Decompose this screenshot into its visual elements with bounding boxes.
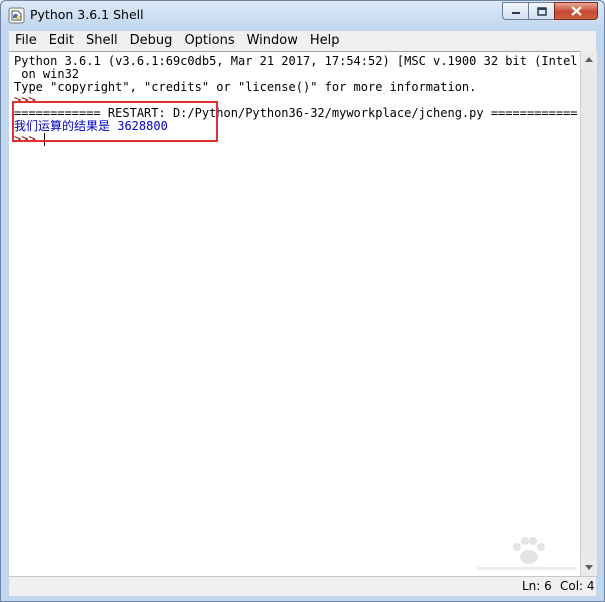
scroll-down-button[interactable] xyxy=(581,559,597,576)
menu-options[interactable]: Options xyxy=(178,31,240,51)
python-idle-icon xyxy=(8,7,25,24)
status-column: Col: 4 xyxy=(560,579,595,593)
menu-file[interactable]: File xyxy=(9,31,43,51)
menu-bar: File Edit Shell Debug Options Window Hel… xyxy=(9,31,596,51)
close-icon xyxy=(570,6,582,16)
scroll-down-icon xyxy=(585,565,593,570)
idle-shell-window: Python 3.6.1 Shell File Edit Shell Debug… xyxy=(0,0,605,602)
menu-help[interactable]: Help xyxy=(304,31,346,51)
status-line: Ln: 6 xyxy=(522,579,552,593)
shell-line-version: Python 3.6.1 (v3.6.1:69c0db5, Mar 21 201… xyxy=(14,54,592,68)
maximize-icon xyxy=(536,6,547,16)
status-bar: Ln: 6 Col: 4 xyxy=(9,576,596,596)
menu-edit[interactable]: Edit xyxy=(43,31,80,51)
annotation-highlight-box xyxy=(12,101,218,142)
menu-debug[interactable]: Debug xyxy=(124,31,179,51)
close-button[interactable] xyxy=(554,2,598,20)
title-bar[interactable]: Python 3.6.1 Shell xyxy=(1,1,604,31)
menu-shell[interactable]: Shell xyxy=(80,31,124,51)
scroll-up-icon xyxy=(585,57,593,62)
shell-line-info: Type "copyright", "credits" or "license(… xyxy=(14,80,477,94)
minimize-icon xyxy=(511,12,520,14)
minimize-button[interactable] xyxy=(502,2,528,20)
window-title: Python 3.6.1 Shell xyxy=(30,7,144,22)
vertical-scrollbar[interactable] xyxy=(580,51,597,576)
menu-window[interactable]: Window xyxy=(241,31,304,51)
scroll-up-button[interactable] xyxy=(581,51,597,68)
maximize-button[interactable] xyxy=(528,2,554,20)
